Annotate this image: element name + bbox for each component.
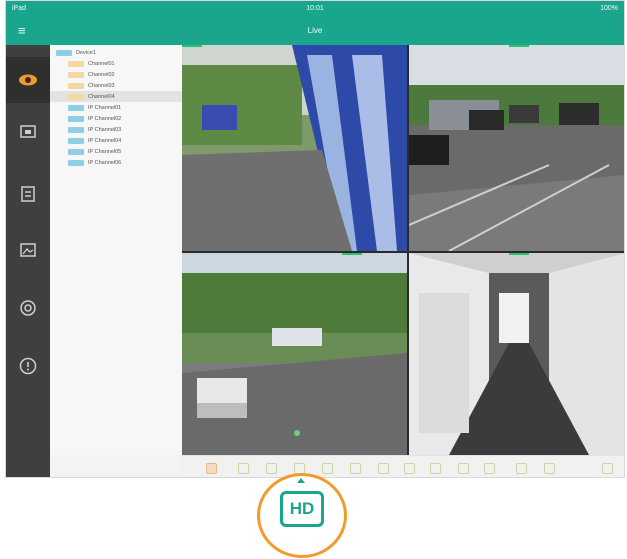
sidebar-item-devices[interactable] bbox=[6, 171, 50, 217]
channel-icon bbox=[68, 93, 84, 100]
next-icon[interactable] bbox=[544, 463, 555, 474]
ip-camera-icon bbox=[68, 148, 84, 155]
image-icon bbox=[20, 243, 36, 257]
tree-ip-channel[interactable]: IP Channel02 bbox=[50, 113, 182, 124]
camera-icon[interactable] bbox=[238, 463, 249, 474]
sidebar-item-live[interactable] bbox=[6, 57, 50, 103]
clock-label: 10:01 bbox=[306, 5, 324, 12]
eye-icon bbox=[19, 74, 37, 86]
camera-feed-street-view bbox=[182, 253, 407, 455]
tree-label: IP Channel04 bbox=[88, 137, 122, 144]
hd-callout-arrow-icon bbox=[297, 478, 305, 483]
stream-icon[interactable] bbox=[484, 463, 495, 474]
tree-label: Channel03 bbox=[88, 82, 115, 89]
tree-ip-channel[interactable]: IP Channel05 bbox=[50, 146, 182, 157]
info-icon bbox=[19, 357, 37, 375]
page-title: Live bbox=[307, 26, 323, 35]
ip-camera-icon bbox=[68, 104, 84, 111]
ip-camera-icon bbox=[68, 137, 84, 144]
camera-feed-parking-lot bbox=[409, 45, 624, 251]
sidebar-item-settings[interactable] bbox=[6, 285, 50, 331]
grid-icon[interactable] bbox=[430, 463, 441, 474]
tree-channel[interactable]: Channel02 bbox=[50, 69, 182, 80]
talk-icon[interactable] bbox=[322, 463, 333, 474]
sidebar bbox=[6, 45, 50, 477]
tablet-screen: iPad 10:01 100% ≡ Live Device1 Channel01… bbox=[5, 0, 625, 478]
ip-camera-icon bbox=[68, 126, 84, 133]
tree-label: IP Channel02 bbox=[88, 115, 122, 122]
hd-button[interactable]: HD bbox=[280, 491, 324, 527]
tree-channel[interactable]: Channel03 bbox=[50, 80, 182, 91]
channel-icon bbox=[68, 82, 84, 89]
battery-label: 100% bbox=[600, 5, 618, 12]
tree-ip-channel[interactable]: IP Channel03 bbox=[50, 124, 182, 135]
prev-icon[interactable] bbox=[516, 463, 527, 474]
fullscreen-icon[interactable] bbox=[458, 463, 469, 474]
playback-icon bbox=[20, 125, 36, 138]
tree-label: IP Channel06 bbox=[88, 159, 122, 166]
zoom-icon[interactable] bbox=[404, 463, 415, 474]
sidebar-item-images[interactable] bbox=[6, 227, 50, 273]
ip-camera-icon bbox=[68, 159, 84, 166]
camera-feed-building-entrance bbox=[182, 45, 407, 251]
home-icon[interactable] bbox=[350, 463, 361, 474]
device-icon bbox=[56, 49, 72, 56]
tree-ip-channel[interactable]: IP Channel01 bbox=[50, 102, 182, 113]
mode-icon[interactable] bbox=[602, 463, 613, 474]
tree-label: Channel02 bbox=[88, 71, 115, 78]
sidebar-item-playback[interactable] bbox=[6, 109, 50, 155]
live-toolbar bbox=[182, 455, 624, 477]
tree-label: IP Channel05 bbox=[88, 148, 122, 155]
tree-channel[interactable]: Channel01 bbox=[50, 58, 182, 69]
device-tree: Device1 Channel01 Channel02 Channel03 Ch… bbox=[50, 45, 182, 455]
settings-icon bbox=[20, 300, 36, 316]
camera-feed-corridor bbox=[409, 253, 624, 455]
channel-icon bbox=[68, 60, 84, 67]
live-view-grid bbox=[182, 45, 624, 455]
ptz-icon[interactable] bbox=[378, 463, 389, 474]
tree-label: IP Channel03 bbox=[88, 126, 122, 133]
live-view-cell-3[interactable] bbox=[182, 253, 407, 455]
ip-camera-icon bbox=[68, 115, 84, 122]
tree-channel-selected[interactable]: Channel04 bbox=[50, 91, 182, 102]
title-bar: ≡ Live bbox=[6, 17, 624, 45]
status-bar: iPad 10:01 100% bbox=[6, 1, 624, 17]
tree-ip-channel[interactable]: IP Channel04 bbox=[50, 135, 182, 146]
device-manager-icon bbox=[21, 186, 35, 202]
record-icon[interactable] bbox=[266, 463, 277, 474]
sidebar-item-info[interactable] bbox=[6, 343, 50, 389]
tree-label: Channel04 bbox=[88, 93, 115, 100]
live-view-cell-2[interactable] bbox=[409, 45, 624, 251]
tree-label: Channel01 bbox=[88, 60, 115, 67]
hd-toggle-icon[interactable] bbox=[206, 463, 217, 474]
tree-label: IP Channel01 bbox=[88, 104, 122, 111]
tree-device[interactable]: Device1 bbox=[50, 47, 182, 58]
tree-ip-channel[interactable]: IP Channel06 bbox=[50, 157, 182, 168]
live-view-cell-1[interactable] bbox=[182, 45, 407, 251]
live-view-cell-4[interactable] bbox=[409, 253, 624, 455]
tree-label: Device1 bbox=[76, 49, 96, 56]
channel-icon bbox=[68, 71, 84, 78]
